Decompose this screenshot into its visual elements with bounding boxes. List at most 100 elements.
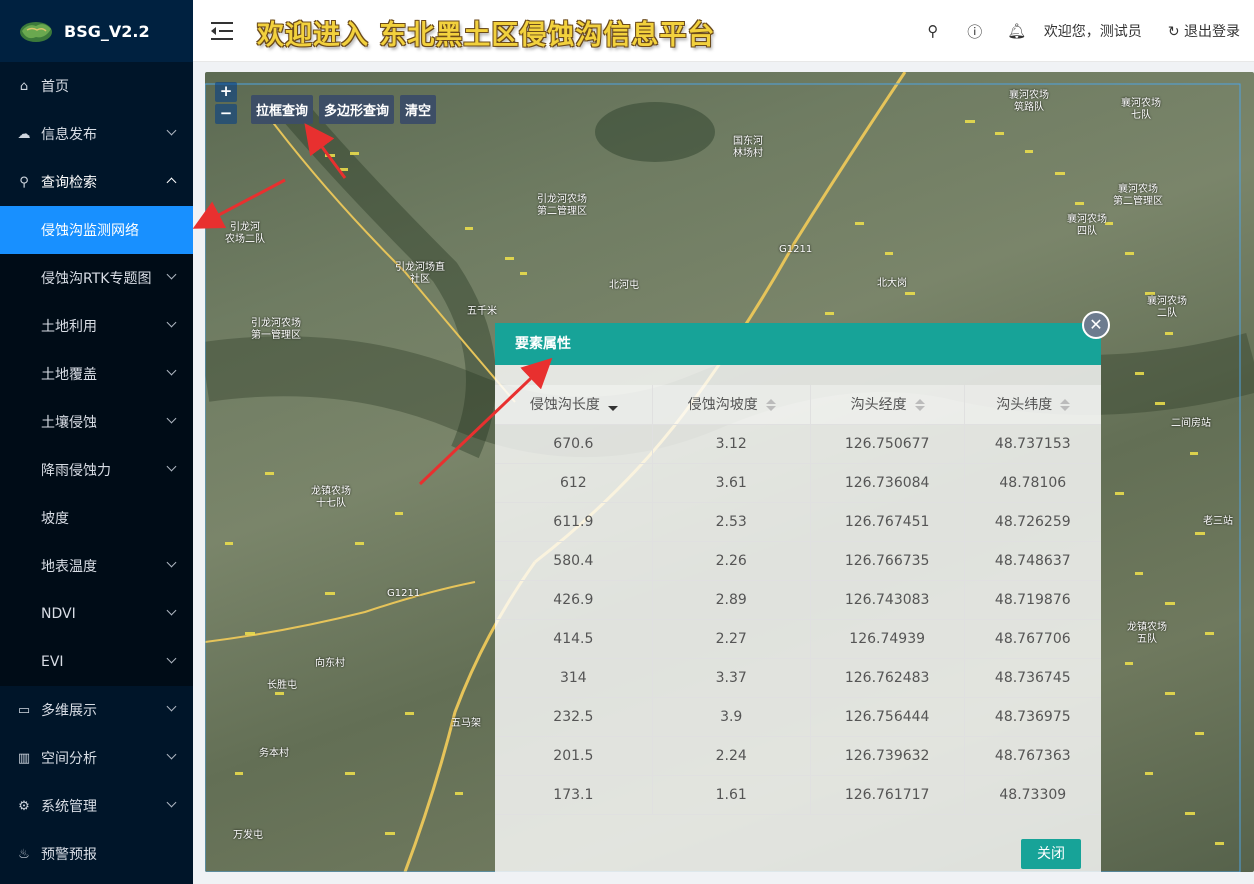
sort-icon[interactable] (914, 399, 925, 412)
chevron-down-icon (166, 125, 177, 136)
cell-slope: 3.9 (652, 697, 811, 737)
sidebar-subitem-ndvi[interactable]: NDVI (0, 590, 193, 638)
table-row[interactable]: 173.1 1.61 126.761717 48.73309 (495, 775, 1101, 815)
column-label: 沟头纬度 (996, 397, 1053, 414)
sort-desc-icon[interactable] (607, 399, 618, 412)
sidebar-item-info-publish[interactable]: ☁ 信息发布 (0, 110, 193, 158)
table-row[interactable]: 426.9 2.89 126.743083 48.719876 (495, 580, 1101, 620)
sidebar-subitem-label: 坡度 (41, 511, 69, 527)
map-container[interactable]: 引龙河 农场二队 引龙河农场 第二管理区 国东河 林场村 北河屯 北大岗 引龙河场直 社区 五千米引… (205, 72, 1254, 872)
close-icon[interactable]: ✕ (1082, 311, 1110, 339)
cell-length: 201.5 (495, 736, 653, 776)
logout-icon: ↻ (1167, 24, 1184, 40)
sidebar-subitem-rtk[interactable]: 侵蚀沟RTK专题图 (0, 254, 193, 302)
chevron-down-icon (166, 557, 177, 568)
cell-latitude: 48.736745 (964, 658, 1101, 698)
chevron-up-icon (166, 177, 177, 188)
table-row[interactable]: 612 3.61 126.736084 48.78106 (495, 463, 1101, 503)
sidebar-subitem-monitor-network[interactable]: 侵蚀沟监测网络 (0, 206, 193, 254)
sidebar-subitem-slope[interactable]: 坡度 (0, 494, 193, 542)
bell-icon[interactable]: 🔔︎ (996, 22, 1038, 40)
chevron-down-icon (166, 701, 177, 712)
sidebar-submenu: 侵蚀沟监测网络 侵蚀沟RTK专题图 土地利用 土地覆盖 土壤侵蚀 降雨侵蚀力 坡… (0, 206, 193, 686)
sidebar-subitem-rain-erosivity[interactable]: 降雨侵蚀力 (0, 446, 193, 494)
logout-button[interactable]: ↻ 退出登录 (1168, 21, 1240, 41)
popup-close-button[interactable]: 关闭 (1021, 839, 1081, 869)
sidebar: BSG_V2.2 ⌂ 首页 ☁ 信息发布 ⚲ 查询检索 侵蚀沟监测网络 侵蚀沟R… (0, 0, 193, 884)
map-place-label: 五马架 (451, 718, 481, 729)
cloud-icon: ☁ (17, 126, 31, 142)
column-label: 侵蚀沟坡度 (687, 397, 758, 414)
box-query-button[interactable]: 拉框查询 (251, 95, 314, 124)
column-header-latitude[interactable]: 沟头纬度 (964, 385, 1101, 425)
chevron-down-icon (166, 749, 177, 760)
cell-longitude: 126.736084 (810, 463, 965, 503)
sidebar-subitem-soil-erosion[interactable]: 土壤侵蚀 (0, 398, 193, 446)
table-row[interactable]: 314 3.37 126.762483 48.736745 (495, 658, 1101, 698)
polygon-query-button[interactable]: 多边形查询 (319, 95, 395, 124)
search-icon[interactable]: ⚲ (912, 22, 954, 40)
cell-slope: 3.61 (652, 463, 811, 503)
sidebar-subitem-land-cover[interactable]: 土地覆盖 (0, 350, 193, 398)
cell-longitude: 126.767451 (810, 502, 965, 542)
map-place-label: 龙镇农场 五队 (1127, 622, 1167, 645)
zoom-in-button[interactable]: + (215, 82, 237, 102)
sort-icon[interactable] (765, 399, 776, 412)
clear-button[interactable]: 清空 (400, 95, 437, 124)
chevron-down-icon (166, 317, 177, 328)
sidebar-subitem-surface-temp[interactable]: 地表温度 (0, 542, 193, 590)
map-place-label: 襄河农场 筑路队 (1009, 90, 1049, 113)
chevron-down-icon (166, 605, 177, 616)
table-row[interactable]: 580.4 2.26 126.766735 48.748637 (495, 541, 1101, 581)
cell-latitude: 48.719876 (964, 580, 1101, 620)
sidebar-item-query[interactable]: ⚲ 查询检索 (0, 158, 193, 206)
welcome-text: 欢迎您，测试员 (1043, 24, 1142, 40)
sidebar-item-warning[interactable]: ♨ 预警预报 (0, 830, 193, 878)
sidebar-subitem-label: 降雨侵蚀力 (41, 463, 111, 479)
cell-slope: 2.89 (652, 580, 811, 620)
sidebar-item-home[interactable]: ⌂ 首页 (0, 62, 193, 110)
zoom-out-button[interactable]: − (215, 104, 237, 124)
app-name: BSG_V2.2 (64, 21, 150, 41)
app-logo[interactable]: BSG_V2.2 (0, 0, 193, 62)
cell-longitude: 126.756444 (810, 697, 965, 737)
menu-fold-icon[interactable] (211, 22, 233, 40)
column-label: 侵蚀沟长度 (529, 397, 600, 414)
alarm-icon: ♨ (18, 846, 30, 862)
cell-slope: 2.53 (652, 502, 811, 542)
chevron-down-icon (166, 269, 177, 280)
cell-latitude: 48.78106 (964, 463, 1101, 503)
sidebar-menu: ⌂ 首页 ☁ 信息发布 ⚲ 查询检索 侵蚀沟监测网络 侵蚀沟RTK专题图 土地利… (0, 62, 193, 878)
cell-latitude: 48.726259 (964, 502, 1101, 542)
help-icon[interactable]: ⓘ (954, 21, 996, 42)
sidebar-item-system[interactable]: ⚙ 系统管理 (0, 782, 193, 830)
table-row[interactable]: 670.6 3.12 126.750677 48.737153 (495, 424, 1101, 464)
cell-latitude: 48.767363 (964, 736, 1101, 776)
chevron-down-icon (166, 413, 177, 424)
cell-slope: 2.26 (652, 541, 811, 581)
sidebar-subitem-label: NDVI (41, 606, 76, 622)
map-place-label: 国东河 林场村 (733, 136, 763, 159)
sidebar-item-label: 系统管理 (41, 799, 97, 815)
table-row[interactable]: 201.5 2.24 126.739632 48.767363 (495, 736, 1101, 776)
table-row[interactable]: 611.9 2.53 126.767451 48.726259 (495, 502, 1101, 542)
column-header-longitude[interactable]: 沟头经度 (810, 385, 965, 425)
column-header-length[interactable]: 侵蚀沟长度 (495, 385, 653, 425)
cell-latitude: 48.767706 (964, 619, 1101, 659)
sidebar-subitem-evi[interactable]: EVI (0, 638, 193, 686)
sidebar-subitem-land-use[interactable]: 土地利用 (0, 302, 193, 350)
chevron-down-icon (166, 365, 177, 376)
logout-label: 退出登录 (1184, 24, 1240, 40)
cell-latitude: 48.736975 (964, 697, 1101, 737)
map-place-label: 引龙河农场 第二管理区 (537, 194, 587, 217)
sort-icon[interactable] (1060, 399, 1071, 412)
sidebar-item-spatial-analysis[interactable]: ▥ 空间分析 (0, 734, 193, 782)
column-header-slope[interactable]: 侵蚀沟坡度 (652, 385, 811, 425)
cell-length: 611.9 (495, 502, 653, 542)
table-row[interactable]: 414.5 2.27 126.74939 48.767706 (495, 619, 1101, 659)
sidebar-subitem-label: EVI (41, 654, 64, 670)
map-place-label: 向东村 (315, 658, 345, 669)
table-row[interactable]: 232.5 3.9 126.756444 48.736975 (495, 697, 1101, 737)
column-label: 沟头经度 (850, 397, 907, 414)
sidebar-item-multi-display[interactable]: ▭ 多维展示 (0, 686, 193, 734)
